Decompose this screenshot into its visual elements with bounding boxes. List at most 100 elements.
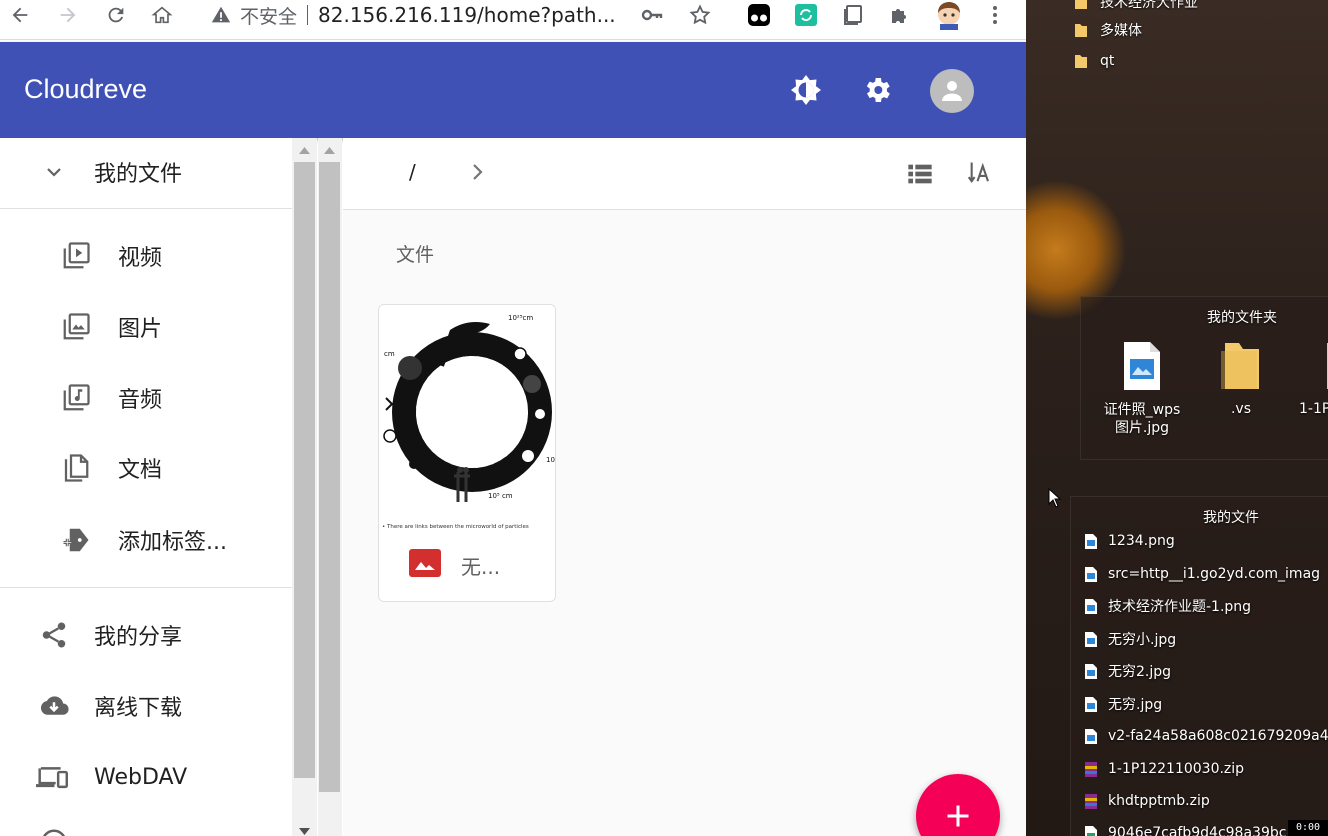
profile-avatar-icon — [938, 2, 960, 30]
app-title: Cloudreve — [24, 74, 148, 104]
file-label: 证件照_wps 图片.jpg — [1103, 402, 1181, 436]
thumb-label-left: cm — [384, 350, 395, 358]
desktop-file-item[interactable]: 无穷.jpg — [1084, 693, 1162, 715]
file-label: khdtpptmb.zip — [1108, 793, 1210, 809]
extension-tampermonkey[interactable] — [747, 3, 771, 27]
folder-icon — [1075, 24, 1087, 37]
home-button[interactable] — [148, 1, 176, 29]
sidebar-item-documents[interactable]: 文档 — [0, 438, 292, 498]
forward-button[interactable] — [54, 1, 82, 29]
extension-sync[interactable] — [794, 3, 818, 27]
cloud-download-icon — [38, 690, 70, 722]
list-view-icon[interactable] — [906, 160, 934, 188]
desktop-file-item[interactable]: 无穷2.jpg — [1084, 660, 1171, 682]
profile-button[interactable] — [934, 0, 964, 30]
image-file-icon — [1085, 533, 1097, 549]
browser-menu-button[interactable] — [983, 3, 1007, 27]
sidebar-item-offline-download[interactable]: 离线下载 — [0, 676, 292, 736]
library-music-icon — [60, 382, 92, 414]
settings-button[interactable] — [857, 70, 897, 110]
desktop-folder-item[interactable]: .vs — [1201, 341, 1281, 417]
file-manager-content: / 文件 10²⁵cm cm 10 10⁵ cm • There are lin… — [343, 138, 1026, 836]
desktop-folder-item[interactable]: 技术经济大作业 — [1074, 0, 1198, 10]
sidebar-item-partial[interactable] — [0, 814, 292, 836]
image-file-icon — [1085, 696, 1097, 712]
theme-toggle-button[interactable] — [786, 70, 826, 110]
thumb-caption: • There are links between the microworld… — [382, 524, 529, 530]
scrollbar-thumb[interactable] — [319, 162, 340, 792]
reload-button[interactable] — [102, 1, 130, 29]
back-button[interactable] — [6, 1, 34, 29]
address-bar[interactable]: 不安全 82.156.216.119/home?path... — [210, 2, 616, 28]
files-window-title: 我的文件 — [1203, 510, 1259, 526]
sidebar-item-label: 音频 — [118, 388, 163, 413]
file-label: 无穷.jpg — [1108, 697, 1163, 713]
desktop-file-item[interactable]: v2-fa24a58a608c021679209a4 — [1084, 725, 1328, 747]
image-file-icon — [1085, 663, 1097, 679]
file-label: 1-1P122110030.zip — [1108, 761, 1245, 777]
desktop-file-item[interactable]: src=http__i1.go2yd.com_imag — [1084, 563, 1320, 585]
settings-partial-icon — [38, 826, 70, 836]
browser-window: 不安全 82.156.216.119/home?path... Cloudrev… — [0, 0, 1026, 836]
desktop-file-item[interactable]: 1-1P122110030.zip — [1084, 758, 1244, 780]
security-warning-label: 不安全 — [240, 5, 298, 28]
sort-by-alpha-icon[interactable] — [967, 159, 995, 187]
sidebar-divider — [0, 208, 292, 209]
folder-label: 多媒体 — [1100, 23, 1142, 39]
desktop-folder-item[interactable]: 1-1P — [1299, 341, 1328, 417]
scroll-up-arrow-icon — [324, 147, 335, 154]
image-file-icon — [1085, 631, 1097, 647]
sidebar-item-add-tag[interactable]: 添加标签... — [0, 510, 292, 570]
sidebar-item-images[interactable]: 图片 — [0, 297, 292, 357]
user-avatar-button[interactable] — [930, 69, 974, 113]
page-scrollbar[interactable] — [318, 138, 342, 836]
puzzle-icon — [892, 9, 906, 23]
sidebar-item-audio[interactable]: 音频 — [0, 368, 292, 428]
thumb-label-top-right: 10²⁵cm — [508, 314, 533, 322]
key-icon — [641, 9, 663, 21]
sidebar-item-label: WebDAV — [94, 764, 188, 790]
thumb-label-bottom: 10⁵ cm — [488, 492, 513, 500]
sidebar-item-label: 视频 — [118, 246, 163, 271]
breadcrumb-root[interactable]: / — [409, 160, 416, 184]
folder-window-title: 我的文件夹 — [1207, 310, 1277, 326]
password-key-button[interactable] — [640, 3, 664, 27]
chevron-right-icon[interactable] — [465, 160, 489, 184]
share-icon — [38, 619, 70, 651]
desktop-background: 技术经济大作业 多媒体 qt 我的文件夹 证件照_wps 图片.jpg .vs … — [1026, 0, 1328, 836]
home-icon — [151, 6, 173, 24]
sidebar-item-my-shares[interactable]: 我的分享 — [0, 605, 292, 665]
brightness-icon — [791, 75, 821, 105]
sidebar-item-label: 我的分享 — [94, 625, 183, 650]
person-icon — [942, 81, 962, 101]
desktop-file-item[interactable]: 1234.png — [1084, 530, 1175, 552]
file-card[interactable]: 10²⁵cm cm 10 10⁵ cm • There are links be… — [378, 304, 556, 602]
scrollbar-thumb[interactable] — [294, 162, 315, 778]
app-bar: Cloudreve — [0, 42, 1026, 138]
gear-icon — [866, 78, 890, 102]
desktop-folder-item[interactable]: qt — [1074, 53, 1114, 69]
extensions-button[interactable] — [888, 3, 912, 27]
folder-icon — [1075, 55, 1087, 68]
desktop-file-item[interactable]: 9046e7cafb9d4c98a39bc — [1084, 822, 1286, 836]
desktop-file-item[interactable]: khdtpptmb.zip — [1084, 790, 1210, 812]
folder-icon — [1221, 343, 1259, 389]
bookmark-button[interactable] — [688, 3, 712, 27]
sidebar-item-video[interactable]: 视频 — [0, 226, 292, 286]
folder-window: 我的文件夹 证件照_wps 图片.jpg .vs 1-1P — [1080, 296, 1328, 460]
sidebar-item-webdav[interactable]: WebDAV — [0, 747, 292, 807]
folder-label: 技术经济大作业 — [1100, 0, 1198, 10]
sidebar-scrollbar[interactable] — [292, 138, 317, 836]
folder-label: .vs — [1230, 401, 1252, 417]
sync-icon — [795, 4, 817, 26]
desktop-folder-item[interactable]: 多媒体 — [1074, 20, 1142, 40]
folder-icon — [1327, 343, 1328, 389]
image-file-icon — [1085, 566, 1097, 582]
desktop-file-item[interactable]: 无穷小.jpg — [1084, 628, 1176, 650]
more-vert-icon — [993, 6, 997, 24]
desktop-file-item[interactable]: 技术经济作业题-1.png — [1084, 595, 1251, 617]
section-label-files: 文件 — [396, 244, 435, 266]
desktop-file-item[interactable]: 证件照_wps 图片.jpg — [1097, 341, 1187, 437]
sidebar-item-my-files[interactable]: 我的文件 — [0, 142, 292, 202]
extension-collections[interactable] — [841, 3, 865, 27]
